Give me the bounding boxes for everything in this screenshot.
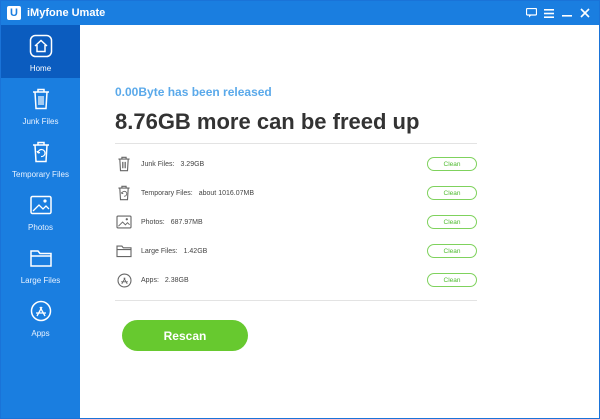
- row-value: 687.97MB: [170, 218, 203, 226]
- sidebar-item-label: Temporary Files: [12, 170, 69, 179]
- sidebar-item-home[interactable]: Home: [1, 25, 80, 78]
- row-temporary-files: Temporary Files: about 1016.07MB Clean: [115, 179, 477, 207]
- trash-icon: [115, 155, 133, 173]
- close-icon[interactable]: [579, 7, 591, 19]
- sidebar-item-label: Large Files: [20, 276, 61, 285]
- minimize-icon[interactable]: [561, 7, 573, 19]
- temp-files-icon: [115, 184, 133, 202]
- row-value: 2.38GB: [164, 276, 189, 284]
- clean-apps-button[interactable]: Clean: [427, 273, 477, 287]
- row-junk-files: Junk Files: 3.29GB Clean: [115, 150, 477, 178]
- app-title: iMyfone Umate: [27, 7, 106, 19]
- main-panel: 0.00Byte has been released 8.76GB more c…: [80, 25, 599, 418]
- row-photos: Photos: 687.97MB Clean: [115, 208, 477, 236]
- row-value: 1.42GB: [183, 247, 208, 255]
- row-label: Junk Files:: [141, 160, 175, 168]
- row-label: Apps:: [141, 276, 159, 284]
- photo-icon: [29, 193, 53, 217]
- feedback-icon[interactable]: [525, 7, 537, 19]
- rescan-button[interactable]: Rescan: [122, 320, 248, 351]
- sidebar-item-label: Apps: [31, 329, 50, 338]
- clean-junk-files-button[interactable]: Clean: [427, 157, 477, 171]
- temp-files-icon: [29, 140, 53, 164]
- bottom-divider: [115, 300, 477, 301]
- app-store-icon: [29, 299, 53, 323]
- freed-summary: 8.76GB more can be freed up: [115, 109, 420, 134]
- clean-large-files-button[interactable]: Clean: [427, 244, 477, 258]
- sidebar-item-label: Home: [29, 64, 52, 73]
- row-value: 3.29GB: [180, 160, 205, 168]
- sidebar-item-junk-files[interactable]: Junk Files: [1, 78, 80, 131]
- menu-icon[interactable]: [543, 7, 555, 19]
- sidebar-item-large-files[interactable]: Large Files: [1, 237, 80, 290]
- folder-icon: [115, 242, 133, 260]
- title-bar: U iMyfone Umate: [1, 1, 599, 25]
- photo-icon: [115, 213, 133, 231]
- row-label: Temporary Files:: [141, 189, 193, 197]
- home-icon: [29, 34, 53, 58]
- window-controls: [525, 7, 591, 19]
- top-divider: [115, 143, 477, 144]
- sidebar: Home Junk Files Temporary Files Photos L…: [1, 25, 80, 418]
- clean-temporary-files-button[interactable]: Clean: [427, 186, 477, 200]
- sidebar-item-label: Photos: [28, 223, 53, 232]
- folder-icon: [29, 246, 53, 270]
- clean-photos-button[interactable]: Clean: [427, 215, 477, 229]
- row-value: about 1016.07MB: [198, 189, 254, 197]
- row-label: Photos:: [141, 218, 165, 226]
- app-store-icon: [115, 271, 133, 289]
- sidebar-item-apps[interactable]: Apps: [1, 290, 80, 343]
- row-apps: Apps: 2.38GB Clean: [115, 266, 477, 294]
- row-label: Large Files:: [141, 247, 178, 255]
- app-logo-icon: U: [7, 6, 21, 20]
- row-large-files: Large Files: 1.42GB Clean: [115, 237, 477, 265]
- trash-icon: [29, 87, 53, 111]
- app-window: U iMyfone Umate Home Junk Files Temporar…: [0, 0, 600, 419]
- sidebar-item-photos[interactable]: Photos: [1, 184, 80, 237]
- released-status: 0.00Byte has been released: [115, 85, 272, 99]
- sidebar-item-label: Junk Files: [22, 117, 59, 126]
- sidebar-item-temporary-files[interactable]: Temporary Files: [1, 131, 80, 184]
